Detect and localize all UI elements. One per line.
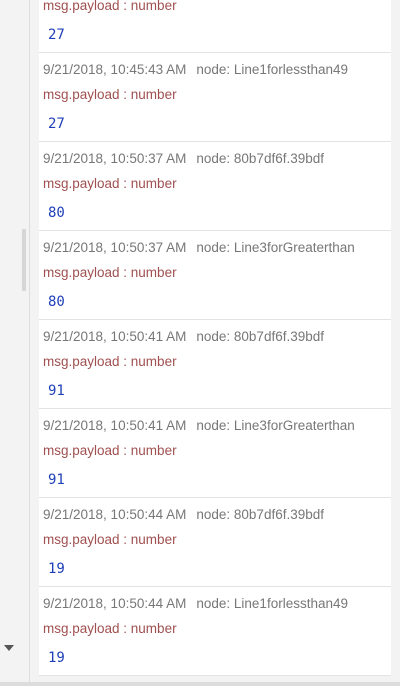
caret-down-icon[interactable] bbox=[0, 636, 18, 660]
message-meta: 9/21/2018, 10:45:43 AM node: Line1forless… bbox=[43, 62, 348, 77]
message-timestamp: 9/21/2018, 10:50:37 AM bbox=[43, 240, 187, 255]
message-topic: msg.payload : number bbox=[43, 265, 177, 280]
message-meta: 9/21/2018, 10:50:37 AM node: Line3forGrea… bbox=[43, 240, 355, 255]
message-timestamp: 9/21/2018, 10:45:43 AM bbox=[43, 62, 187, 77]
resize-handle[interactable] bbox=[22, 229, 26, 291]
message-value[interactable]: 27 bbox=[48, 116, 65, 132]
message-node-link[interactable]: node: Line1forlessthan49 bbox=[196, 62, 348, 77]
message-topic: msg.payload : number bbox=[43, 176, 177, 191]
debug-message: 9/21/2018, 10:50:44 AM node: Line1forless… bbox=[39, 587, 391, 676]
message-value[interactable]: 80 bbox=[48, 294, 65, 310]
message-list: msg.payload : number 27 9/21/2018, 10:45… bbox=[39, 0, 391, 676]
message-topic: msg.payload : number bbox=[43, 87, 177, 102]
message-node-link[interactable]: node: 80b7df6f.39bdf bbox=[196, 151, 324, 166]
message-value[interactable]: 19 bbox=[48, 561, 65, 577]
message-node-link[interactable]: node: 80b7df6f.39bdf bbox=[196, 329, 324, 344]
message-value[interactable]: 91 bbox=[48, 383, 65, 399]
message-meta: 9/21/2018, 10:50:37 AM node: 80b7df6f.39b… bbox=[43, 151, 324, 166]
message-value[interactable]: 91 bbox=[48, 472, 65, 488]
debug-message: 9/21/2018, 10:50:37 AM node: 80b7df6f.39b… bbox=[39, 142, 391, 231]
debug-message: 9/21/2018, 10:45:43 AM node: Line1forless… bbox=[39, 53, 391, 142]
message-topic: msg.payload : number bbox=[43, 443, 177, 458]
message-timestamp: 9/21/2018, 10:50:41 AM bbox=[43, 329, 187, 344]
message-value[interactable]: 27 bbox=[48, 27, 65, 43]
message-timestamp: 9/21/2018, 10:50:41 AM bbox=[43, 418, 187, 433]
debug-message: 9/21/2018, 10:50:44 AM node: 80b7df6f.39b… bbox=[39, 498, 391, 587]
message-meta: 9/21/2018, 10:50:41 AM node: Line3forGrea… bbox=[43, 418, 355, 433]
message-node-link[interactable]: node: 80b7df6f.39bdf bbox=[196, 507, 324, 522]
message-node-link[interactable]: node: Line3forGreaterthan bbox=[196, 240, 354, 255]
workspace-edge bbox=[0, 0, 29, 686]
debug-message: 9/21/2018, 10:50:41 AM node: Line3forGrea… bbox=[39, 409, 391, 498]
debug-message: msg.payload : number 27 bbox=[39, 0, 391, 53]
message-meta: 9/21/2018, 10:50:44 AM node: 80b7df6f.39b… bbox=[43, 507, 324, 522]
debug-message: 9/21/2018, 10:50:41 AM node: 80b7df6f.39b… bbox=[39, 320, 391, 409]
message-topic: msg.payload : number bbox=[43, 354, 177, 369]
message-timestamp: 9/21/2018, 10:50:37 AM bbox=[43, 151, 187, 166]
debug-message: 9/21/2018, 10:50:37 AM node: Line3forGrea… bbox=[39, 231, 391, 320]
message-topic: msg.payload : number bbox=[43, 532, 177, 547]
debug-message-list[interactable]: msg.payload : number 27 9/21/2018, 10:45… bbox=[30, 0, 400, 682]
panel-gutter bbox=[391, 0, 400, 682]
message-topic: msg.payload : number bbox=[43, 0, 177, 13]
message-node-link[interactable]: node: Line3forGreaterthan bbox=[196, 418, 354, 433]
message-node-link[interactable]: node: Line1forlessthan49 bbox=[196, 596, 348, 611]
message-value[interactable]: 80 bbox=[48, 205, 65, 221]
bottom-border bbox=[0, 682, 400, 686]
debug-sidebar: msg.payload : number 27 9/21/2018, 10:45… bbox=[0, 0, 400, 686]
message-meta: 9/21/2018, 10:50:41 AM node: 80b7df6f.39b… bbox=[43, 329, 324, 344]
message-value[interactable]: 19 bbox=[48, 650, 65, 666]
message-topic: msg.payload : number bbox=[43, 621, 177, 636]
message-meta: 9/21/2018, 10:50:44 AM node: Line1forless… bbox=[43, 596, 348, 611]
message-timestamp: 9/21/2018, 10:50:44 AM bbox=[43, 507, 187, 522]
message-timestamp: 9/21/2018, 10:50:44 AM bbox=[43, 596, 187, 611]
